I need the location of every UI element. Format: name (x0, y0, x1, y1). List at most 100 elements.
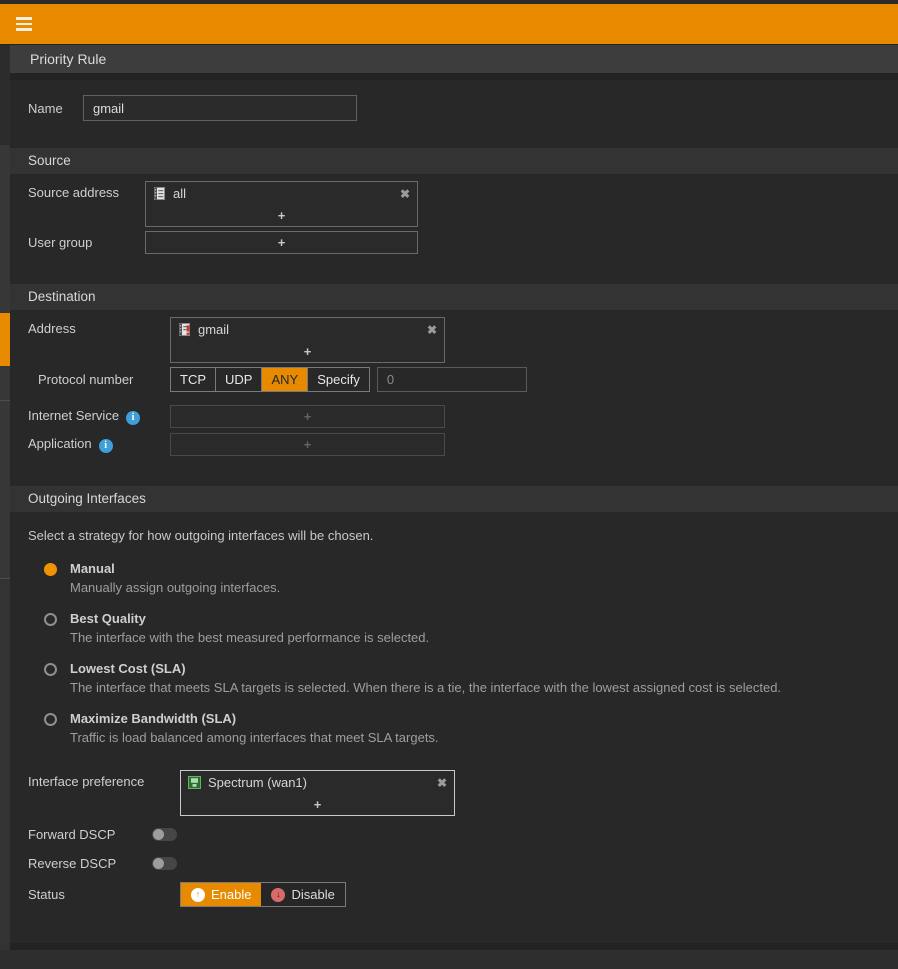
protocol-option-any[interactable]: ANY (262, 368, 308, 391)
source-address-value: all (173, 186, 393, 201)
forward-dscp-row: Forward DSCP (10, 824, 898, 844)
status-row: Status ↑ Enable ↓ Disable (10, 882, 898, 907)
radio-unselected-icon[interactable] (44, 663, 57, 676)
internet-service-label: Internet Servicei (28, 408, 170, 425)
internet-service-box: + (170, 405, 445, 428)
forward-dscp-label: Forward DSCP (28, 827, 152, 842)
plus-icon: + (304, 437, 312, 452)
destination-address-row: Address (10, 317, 898, 363)
interface-preference-value: Spectrum (wan1) (208, 775, 430, 790)
disable-arrow-icon: ↓ (271, 888, 285, 902)
interface-preference-entry[interactable]: Spectrum (wan1) ✖ (181, 771, 454, 794)
interface-preference-box[interactable]: Spectrum (wan1) ✖ + (180, 770, 455, 816)
source-address-row: Source address (10, 181, 898, 227)
destination-address-value: gmail (198, 322, 420, 337)
forward-dscp-toggle[interactable] (152, 828, 177, 841)
radio-unselected-icon[interactable] (44, 713, 57, 726)
strategy-intro-text: Select a strategy for how outgoing inter… (28, 528, 898, 543)
section-header-source: Source (10, 148, 898, 174)
add-destination-address-button[interactable]: + (171, 341, 444, 362)
sidebar-strip-segment (0, 45, 10, 145)
info-icon[interactable]: i (126, 411, 140, 425)
add-application-button: + (171, 434, 444, 455)
status-segmented-control: ↑ Enable ↓ Disable (180, 882, 346, 907)
source-address-entry[interactable]: all ✖ (146, 182, 417, 205)
name-input[interactable] (83, 95, 357, 121)
priority-rule-form: Name Source Source address (10, 80, 898, 943)
page-header: Priority Rule (10, 45, 898, 73)
name-row: Name (10, 95, 898, 121)
reverse-dscp-toggle[interactable] (152, 857, 177, 870)
strategy-title: Maximize Bandwidth (SLA) (70, 711, 439, 726)
interface-icon (188, 776, 201, 789)
strategy-option-lowest-cost-sla[interactable]: Lowest Cost (SLA) The interface that mee… (44, 661, 898, 695)
internet-service-row: Internet Servicei + (10, 405, 898, 428)
menu-toggle-button[interactable] (16, 14, 36, 34)
enable-arrow-icon: ↑ (191, 888, 205, 902)
address-book-icon (153, 187, 166, 200)
add-user-group-button[interactable]: + (146, 232, 417, 253)
radio-unselected-icon[interactable] (44, 613, 57, 626)
fqdn-address-icon (178, 323, 191, 336)
section-header-destination: Destination (10, 284, 898, 310)
user-group-label: User group (28, 235, 145, 250)
plus-icon: + (278, 235, 286, 250)
interface-preference-label: Interface preference (28, 770, 180, 789)
plus-icon: + (278, 208, 286, 223)
sidebar-divider (0, 578, 10, 579)
add-source-address-button[interactable]: + (146, 205, 417, 226)
protocol-option-udp[interactable]: UDP (216, 368, 262, 391)
strategy-title: Lowest Cost (SLA) (70, 661, 781, 676)
radio-selected-icon[interactable] (44, 563, 57, 576)
sidebar-strip-segment (0, 579, 10, 969)
protocol-option-tcp[interactable]: TCP (171, 368, 216, 391)
remove-entry-icon[interactable]: ✖ (427, 324, 437, 336)
toggle-knob (153, 829, 164, 840)
destination-address-entry[interactable]: gmail ✖ (171, 318, 444, 341)
top-navbar (0, 4, 898, 44)
app-window: Priority Rule Name Source Source address (0, 0, 898, 969)
reverse-dscp-label: Reverse DSCP (28, 856, 152, 871)
toggle-knob (153, 858, 164, 869)
protocol-option-specify[interactable]: Specify (308, 368, 369, 391)
strategy-title: Manual (70, 561, 280, 576)
strategy-description: The interface with the best measured per… (70, 630, 429, 645)
section-header-outgoing-interfaces: Outgoing Interfaces (10, 486, 898, 512)
plus-icon: + (304, 409, 312, 424)
status-disable-button[interactable]: ↓ Disable (261, 883, 344, 906)
protocol-number-label: Protocol number (28, 372, 170, 387)
name-label: Name (28, 101, 83, 116)
strategy-description: The interface that meets SLA targets is … (70, 680, 781, 695)
destination-address-label: Address (28, 317, 170, 336)
protocol-number-row: Protocol number TCP UDP ANY Specify (10, 367, 898, 392)
plus-icon: + (304, 344, 312, 359)
user-group-box[interactable]: + (145, 231, 418, 254)
add-internet-service-button: + (171, 406, 444, 427)
reverse-dscp-row: Reverse DSCP (10, 853, 898, 873)
strategy-description: Manually assign outgoing interfaces. (70, 580, 280, 595)
source-address-box[interactable]: all ✖ + (145, 181, 418, 227)
strategy-option-manual[interactable]: Manual Manually assign outgoing interfac… (44, 561, 898, 595)
sidebar-active-indicator (0, 313, 10, 366)
status-label: Status (28, 887, 180, 902)
remove-entry-icon[interactable]: ✖ (437, 777, 447, 789)
strategy-description: Traffic is load balanced among interface… (70, 730, 439, 745)
user-group-row: User group + (10, 231, 898, 254)
strategy-option-best-quality[interactable]: Best Quality The interface with the best… (44, 611, 898, 645)
strategy-option-maximize-bandwidth-sla[interactable]: Maximize Bandwidth (SLA) Traffic is load… (44, 711, 898, 745)
collapsed-sidebar[interactable] (0, 45, 10, 969)
protocol-segmented-control: TCP UDP ANY Specify (170, 367, 370, 392)
status-enable-button[interactable]: ↑ Enable (181, 883, 261, 906)
strategy-title: Best Quality (70, 611, 429, 626)
add-interface-button[interactable]: + (181, 794, 454, 815)
plus-icon: + (314, 797, 322, 812)
destination-address-box[interactable]: gmail ✖ + (170, 317, 445, 363)
application-row: Applicationi + (10, 433, 898, 456)
footer-bar (0, 950, 898, 969)
hamburger-icon (16, 17, 32, 20)
info-icon[interactable]: i (99, 439, 113, 453)
protocol-number-input[interactable] (377, 367, 527, 392)
application-box: + (170, 433, 445, 456)
remove-entry-icon[interactable]: ✖ (400, 188, 410, 200)
sidebar-divider (0, 400, 10, 401)
